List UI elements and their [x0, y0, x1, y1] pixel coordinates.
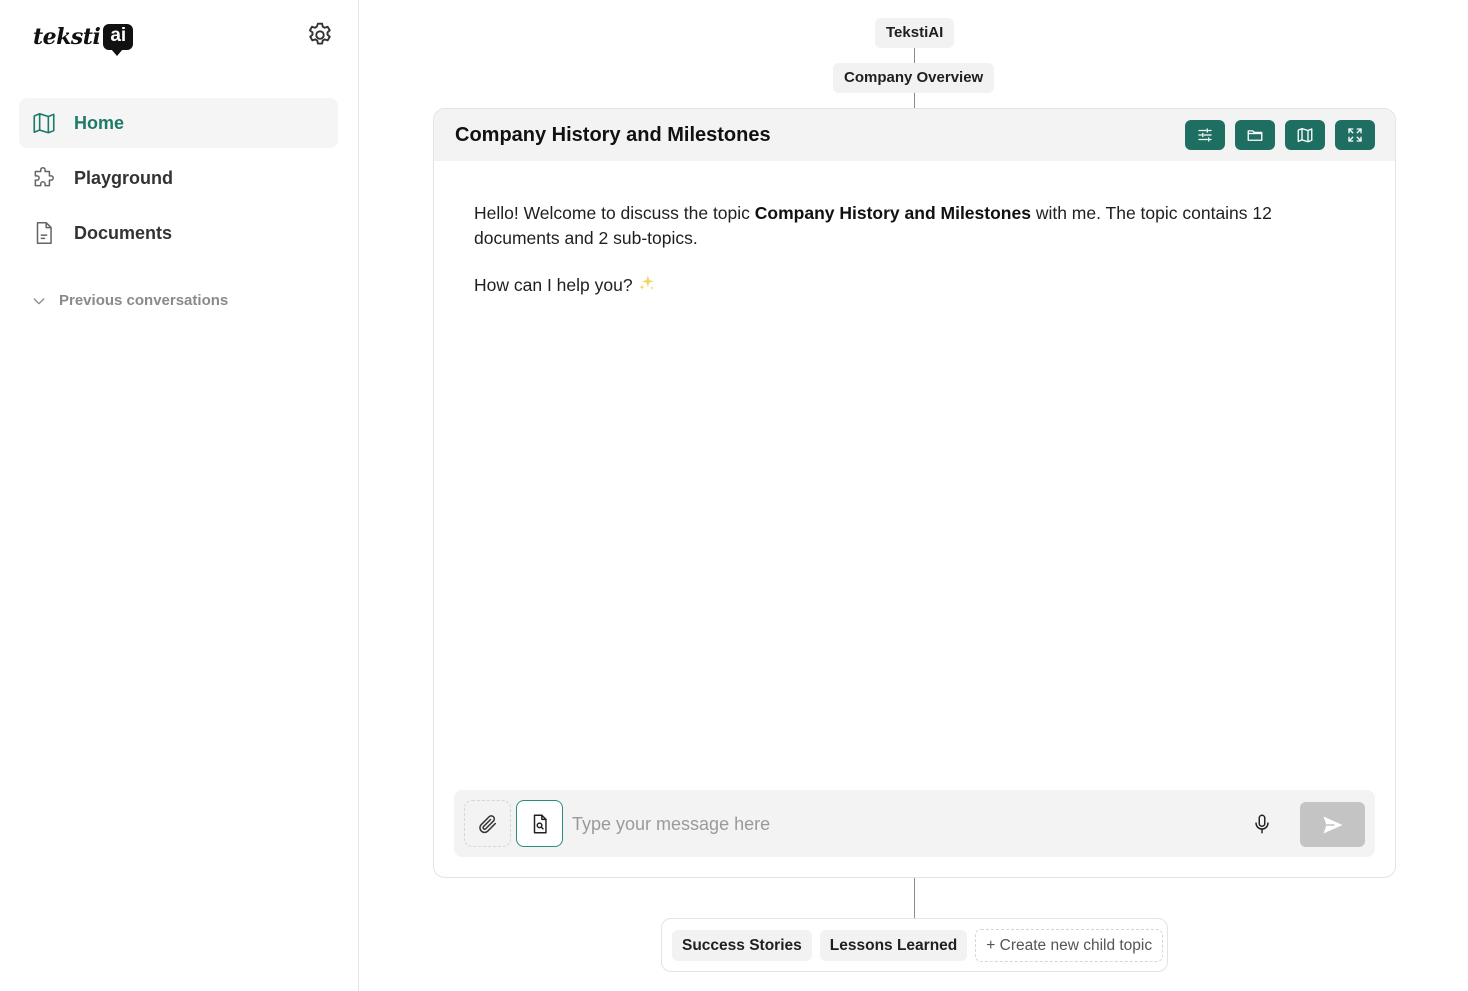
connector-line — [914, 48, 915, 63]
sidebar: teksti ai Home Playground Documents Prev… — [0, 0, 359, 991]
sidebar-item-label: Documents — [74, 222, 173, 243]
file-search-icon — [533, 814, 547, 833]
folder-icon — [1247, 130, 1263, 141]
child-topic-chip[interactable]: Lessons Learned — [819, 929, 968, 961]
previous-conversations-label: Previous conversations — [59, 292, 229, 309]
message-text: Hello! Welcome to discuss the topic — [474, 203, 755, 223]
microphone-icon — [1255, 814, 1269, 834]
logo-text: teksti — [33, 24, 101, 50]
map-icon — [31, 110, 57, 136]
paperclip-icon — [478, 814, 496, 833]
app-window: teksti ai Home Playground Documents Prev… — [0, 0, 1468, 991]
sparkles-icon — [637, 273, 657, 300]
sidebar-item-label: Playground — [74, 167, 174, 188]
logo[interactable]: teksti ai — [33, 20, 134, 56]
map-icon — [1297, 127, 1313, 143]
connector-line — [914, 878, 915, 918]
sidebar-item-label: Home — [74, 112, 125, 133]
message-input[interactable] — [572, 804, 1212, 844]
breadcrumb-parent[interactable]: Company Overview — [833, 63, 995, 93]
sidebar-item-home[interactable]: Home — [19, 98, 338, 148]
send-icon — [1323, 816, 1342, 833]
expand-button[interactable] — [1335, 120, 1375, 150]
connector-line — [914, 93, 915, 108]
attach-file-button[interactable] — [464, 800, 511, 847]
document-search-button[interactable] — [516, 800, 563, 847]
document-icon — [31, 220, 57, 246]
child-topics-bar: Success Stories Lessons Learned + Create… — [661, 918, 1168, 972]
message-paragraph: How can I help you? — [474, 273, 1354, 300]
puzzle-icon — [31, 165, 57, 191]
create-child-topic-button[interactable]: + Create new child topic — [975, 928, 1164, 962]
logo-badge: ai — [103, 24, 134, 56]
child-topic-chip[interactable]: Success Stories — [672, 929, 812, 961]
message-composer — [454, 790, 1375, 857]
message-question: How can I help you? — [474, 275, 633, 296]
previous-conversations-toggle[interactable]: Previous conversations — [31, 292, 228, 309]
topic-header-buttons — [1185, 120, 1375, 150]
main-area: TekstiAI Company Overview Company Histor… — [360, 0, 1468, 991]
chevron-down-icon — [33, 297, 45, 304]
breadcrumb-root[interactable]: TekstiAI — [875, 18, 955, 48]
gear-icon — [308, 22, 331, 45]
sidebar-nav: Home Playground Documents — [19, 98, 338, 263]
map-button[interactable] — [1285, 120, 1325, 150]
microphone-button[interactable] — [1249, 810, 1275, 838]
sidebar-item-documents[interactable]: Documents — [19, 208, 338, 258]
topic-chat-card: Company History and Milestones Hello! We… — [433, 108, 1396, 878]
sliders-icon — [1198, 128, 1212, 142]
sidebar-item-playground[interactable]: Playground — [19, 153, 338, 203]
expand-icon — [1348, 128, 1362, 142]
topic-header: Company History and Milestones — [434, 109, 1395, 161]
topic-title: Company History and Milestones — [455, 123, 771, 146]
message-topic-name: Company History and Milestones — [754, 203, 1031, 223]
settings-button[interactable] — [304, 19, 336, 51]
assistant-message: Hello! Welcome to discuss the topic Comp… — [474, 201, 1354, 322]
folder-button[interactable] — [1235, 120, 1275, 150]
settings-sliders-button[interactable] — [1185, 120, 1225, 150]
message-paragraph: Hello! Welcome to discuss the topic Comp… — [474, 201, 1354, 251]
send-button[interactable] — [1300, 802, 1365, 847]
